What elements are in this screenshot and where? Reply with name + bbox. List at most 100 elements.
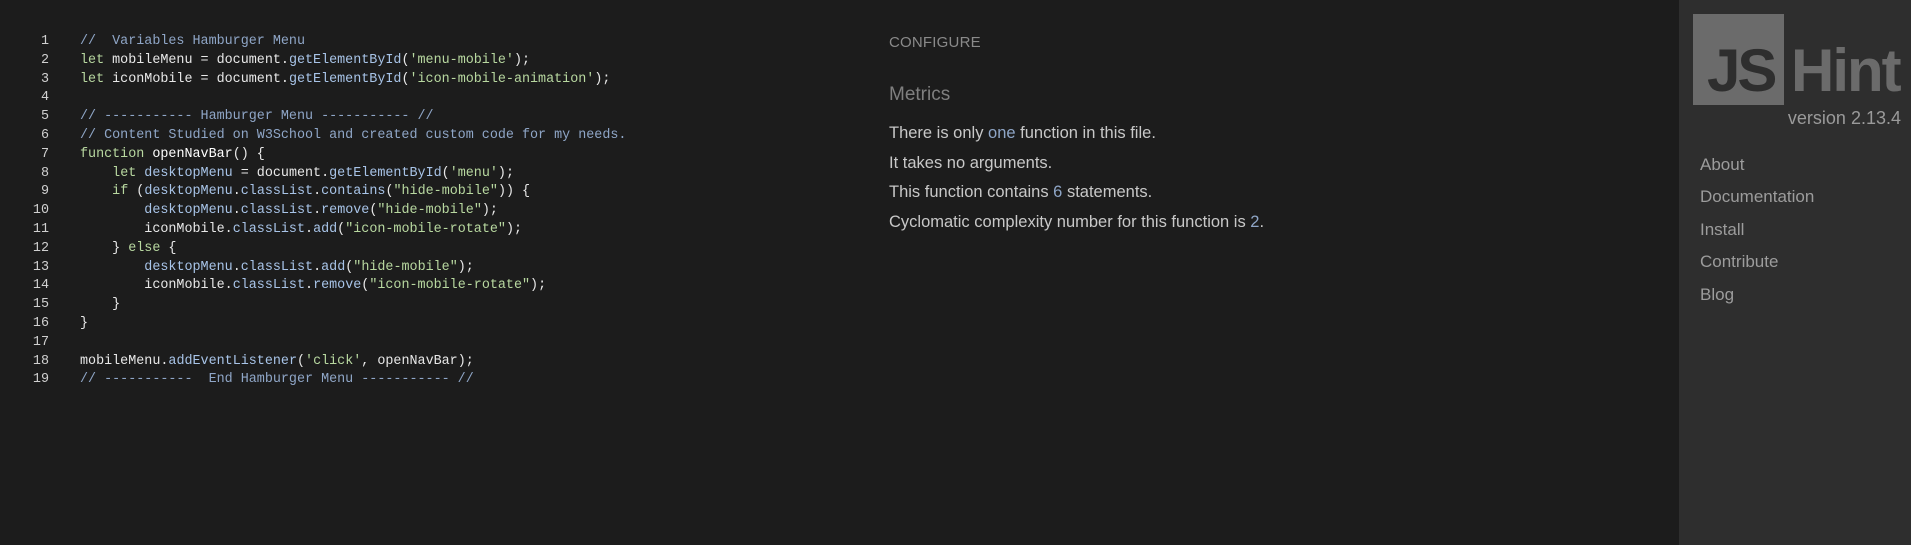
metric-line: This function contains 6 statements. (889, 181, 1264, 211)
code-line[interactable]: 7 function openNavBar() { (0, 146, 860, 165)
code-token: 'click' (305, 353, 362, 369)
nav-contribute-link[interactable]: Contribute (1700, 251, 1814, 283)
code-editor[interactable]: 1 // Variables Hamburger Menu 2 let mobileM… (0, 33, 860, 390)
metric-num: 6 (1053, 183, 1063, 201)
code-line[interactable]: 4 (0, 89, 860, 108)
code-text: // Content Studied on W3School and creat… (80, 127, 626, 146)
code-token: mobileMenu = document. (104, 52, 289, 68)
code-token: function (80, 146, 145, 162)
code-token: classList (240, 203, 314, 219)
code-token: 'icon-mobile-animation' (409, 71, 595, 87)
code-token: ); (513, 52, 531, 68)
logo-hint-text: Hint (1791, 37, 1902, 104)
code-token: ); (594, 71, 611, 87)
line-number: 6 (40, 127, 49, 143)
code-token: desktopMenu (144, 203, 233, 219)
code-token: mobileMenu. (80, 353, 169, 369)
code-line[interactable]: 16} (0, 315, 860, 334)
code-token: ); (497, 165, 514, 181)
code-token: // ----------- Hamburger Menu ----------… (80, 109, 434, 125)
metric-pre: Cyclomatic complexity number for this fu… (889, 212, 1251, 231)
code-text: // ----------- End Hamburger Menu ------… (80, 371, 474, 390)
code-token: ( (128, 184, 145, 200)
code-token: getElementById (288, 52, 402, 68)
code-token: openNavBar (144, 146, 233, 162)
code-token: } (80, 240, 129, 256)
code-token: // ----------- End Hamburger Menu ------… (80, 372, 474, 388)
code-line[interactable]: 19 // ----------- End Hamburger Menu ----… (0, 371, 860, 390)
code-text: // ----------- Hamburger Menu ----------… (80, 108, 434, 127)
code-token: remove (313, 278, 362, 294)
code-token: 'menu-mobile' (409, 52, 514, 68)
code-token: let (80, 52, 105, 68)
line-number: 2 (40, 52, 49, 68)
code-token: let (80, 71, 105, 87)
line-number: 14 (32, 278, 49, 294)
logo-js-text: JS (1707, 37, 1777, 104)
code-line[interactable]: 17 (0, 334, 860, 353)
code-line[interactable]: 15 } (0, 296, 860, 315)
code-token: iconMobile = document. (104, 71, 289, 87)
code-text: let iconMobile = document.getElementById… (80, 71, 610, 90)
code-line[interactable]: 1 // Variables Hamburger Menu (0, 33, 860, 52)
line-number: 3 (40, 71, 49, 87)
code-token: } (80, 297, 121, 313)
metric-post: . (1259, 212, 1265, 231)
metric-pre: It takes no arguments. (889, 153, 1053, 172)
nav-documentation-link[interactable]: Documentation (1700, 186, 1814, 218)
metric-line: There is only one function in this file. (889, 122, 1264, 152)
code-token: ); (481, 203, 498, 219)
metric-post: statements. (1062, 183, 1153, 201)
code-token: ); (457, 259, 474, 275)
line-number: 15 (32, 297, 49, 313)
metrics-heading: Metrics (889, 84, 951, 105)
code-line[interactable]: 11 iconMobile.classList.add("icon-mobile… (0, 221, 860, 240)
nav-blog-link[interactable]: Blog (1700, 284, 1814, 316)
code-token: . (313, 203, 322, 219)
code-token: "hide-mobile" (377, 203, 482, 219)
code-line[interactable]: 3 let iconMobile = document.getElementByI… (0, 71, 860, 90)
code-token: classList (240, 259, 314, 275)
code-line[interactable]: 2 let mobileMenu = document.getElementByI… (0, 52, 860, 71)
code-token: { (160, 240, 177, 256)
line-number: 8 (40, 165, 49, 181)
code-text: desktopMenu.classList.add("hide-mobile")… (80, 259, 474, 278)
code-line[interactable]: 14 iconMobile.classList.remove("icon-mob… (0, 277, 860, 296)
configure-link[interactable]: CONFIGURE (889, 34, 981, 51)
line-number: 16 (32, 315, 49, 331)
code-token: remove (321, 203, 370, 219)
code-token: ( (337, 221, 346, 237)
code-token: , openNavBar); (361, 353, 474, 369)
code-token: . (232, 184, 241, 200)
code-token: ( (441, 165, 450, 181)
code-line[interactable]: 12 } else { (0, 240, 860, 259)
code-token: add (313, 221, 338, 237)
code-line[interactable]: 18 mobileMenu.addEventListener('click', o… (0, 353, 860, 372)
code-line[interactable]: 9 if (desktopMenu.classList.contains("hi… (0, 183, 860, 202)
line-number: 1 (40, 34, 49, 49)
code-text: } (80, 315, 88, 334)
nav-about-link[interactable]: About (1700, 154, 1814, 186)
code-token: getElementById (288, 71, 402, 87)
code-line[interactable]: 13 desktopMenu.classList.add("hide-mobil… (0, 259, 860, 278)
nav-install-link[interactable]: Install (1700, 219, 1814, 251)
code-line[interactable]: 6 // Content Studied on W3School and crea… (0, 127, 860, 146)
code-text: } else { (80, 240, 176, 259)
code-token: desktopMenu (144, 184, 233, 200)
code-line[interactable]: 8 let desktopMenu = document.getElementB… (0, 165, 860, 184)
code-token: . (313, 259, 322, 275)
code-line[interactable]: 5 // ----------- Hamburger Menu ---------… (0, 108, 860, 127)
code-text: let mobileMenu = document.getElementById… (80, 52, 530, 71)
code-token: . (232, 259, 241, 275)
line-number: 10 (32, 203, 49, 219)
sidebar-nav: About Documentation Install Contribute B… (1700, 154, 1814, 316)
code-token: classList (232, 221, 306, 237)
code-token: ( (296, 353, 306, 369)
version-label: version 2.13.4 (1787, 108, 1901, 128)
code-line[interactable]: 10 desktopMenu.classList.remove("hide-mo… (0, 202, 860, 221)
code-token: // Variables Hamburger Menu (80, 34, 305, 49)
code-token: . (232, 203, 241, 219)
sidebar: JS Hint version 2.13.4 About Documentati… (1679, 0, 1911, 545)
code-text: desktopMenu.classList.remove("hide-mobil… (80, 202, 498, 221)
jshint-logo[interactable]: JS Hint (1679, 14, 1911, 106)
